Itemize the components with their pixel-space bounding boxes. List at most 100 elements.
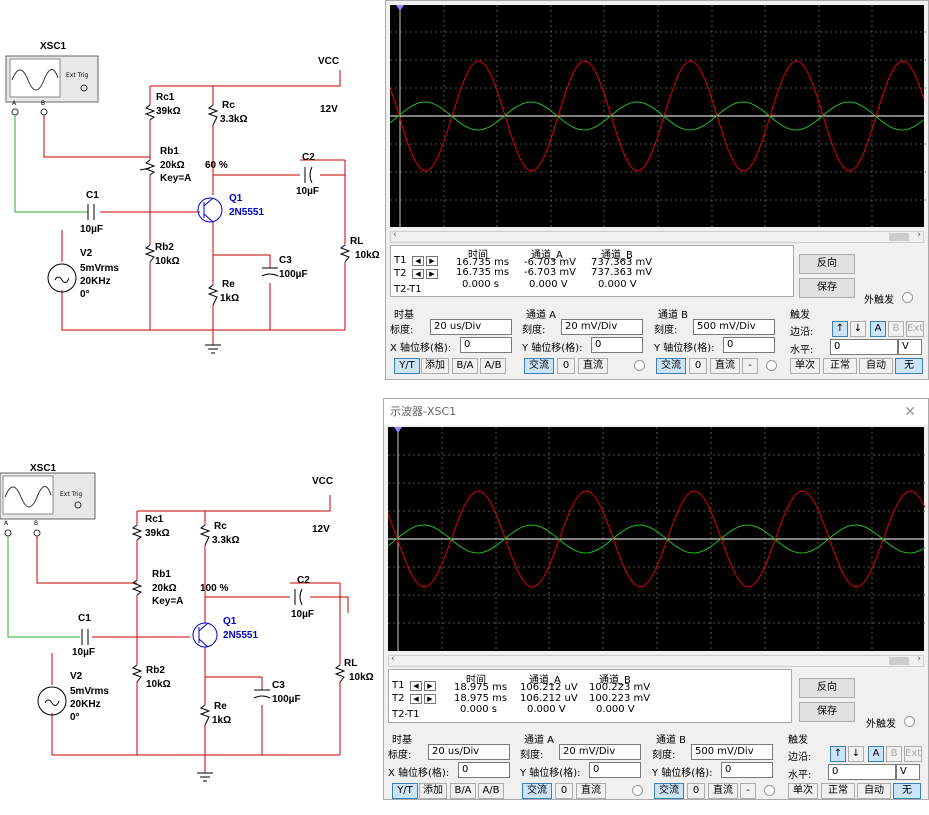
- yt-button-1[interactable]: Y/T: [394, 358, 420, 374]
- trig-ext-button-2[interactable]: Ext: [904, 746, 922, 762]
- ab-button-2[interactable]: A/B: [478, 783, 504, 799]
- ch-a-ac-button-2[interactable]: 交流: [522, 783, 552, 799]
- scope-hscroll-2[interactable]: ‹ ›: [388, 654, 924, 667]
- single-button-2[interactable]: 单次: [788, 783, 818, 799]
- save-button-2[interactable]: 保存: [799, 702, 855, 722]
- trig-ext-button-1[interactable]: Ext: [906, 321, 924, 337]
- ext-trigger-radio-1[interactable]: [902, 292, 913, 303]
- xpos-input-2[interactable]: 0: [458, 762, 510, 778]
- t2-right-arrow-1[interactable]: ▶: [426, 269, 438, 279]
- scope-hscroll-1[interactable]: ‹ ›: [390, 230, 924, 243]
- ch-a-radio-2[interactable]: [632, 785, 643, 796]
- ext-trigger-label-2: 外触发: [866, 719, 896, 730]
- t2-right-arrow-2[interactable]: ▶: [424, 694, 436, 704]
- falling-edge-button-1[interactable]: ↓: [850, 321, 866, 337]
- rc-value: 3.3kΩ: [212, 535, 240, 546]
- ch-b-minus-button-1[interactable]: -: [742, 358, 758, 374]
- rising-edge-button-2[interactable]: ↑: [830, 746, 846, 762]
- channel-b-label-2: 通道 B: [656, 735, 687, 746]
- auto-button-2[interactable]: 自动: [857, 783, 891, 799]
- close-icon[interactable]: ✕: [904, 399, 916, 425]
- t1-left-arrow-1[interactable]: ◀: [412, 256, 424, 266]
- t2-left-arrow-2[interactable]: ◀: [410, 694, 422, 704]
- vcc-label: VCC: [318, 56, 340, 67]
- ch-b-dc-button-1[interactable]: 直流: [710, 358, 740, 374]
- add-button-2[interactable]: 添加: [419, 783, 447, 799]
- ext-trigger-radio-2[interactable]: [904, 716, 915, 727]
- scope-screen-2: [388, 427, 926, 651]
- ch-a-dc-button-1[interactable]: 直流: [578, 358, 608, 374]
- add-button-1[interactable]: 添加: [421, 358, 449, 374]
- trig-a-button-2[interactable]: A: [868, 746, 884, 762]
- ch-a-zero-button-2[interactable]: 0: [555, 783, 573, 799]
- rb1-percent: 60 %: [205, 160, 228, 171]
- ch-b-zero-button-2[interactable]: 0: [687, 783, 705, 799]
- auto-button-1[interactable]: 自动: [859, 358, 893, 374]
- ch-b-radio-2[interactable]: [764, 785, 775, 796]
- scale-label-1: 标度:: [390, 325, 414, 336]
- ch-a-dc-button-2[interactable]: 直流: [576, 783, 606, 799]
- ch-a-scale-input-1[interactable]: 20 mV/Div: [561, 319, 643, 335]
- t1-left-arrow-2[interactable]: ◀: [410, 681, 422, 691]
- rc1-value: 39kΩ: [145, 528, 170, 539]
- ab-button-1[interactable]: A/B: [480, 358, 506, 374]
- ch-b-radio-1[interactable]: [766, 360, 777, 371]
- ch-b-dc-button-2[interactable]: 直流: [708, 783, 738, 799]
- ch-b-scale-input-1[interactable]: 500 mV/Div: [693, 319, 775, 335]
- ch-a-zero-button-1[interactable]: 0: [557, 358, 575, 374]
- scale-input-1[interactable]: 20 us/Div: [430, 319, 512, 335]
- v2-label: V2: [70, 671, 83, 682]
- ch-a-ypos-input-2[interactable]: 0: [589, 762, 641, 778]
- reverse-button-1[interactable]: 反向: [799, 254, 855, 274]
- normal-button-1[interactable]: 正常: [823, 358, 857, 374]
- channel-a-label-1: 通道 A: [526, 310, 557, 321]
- level-unit-2: V: [896, 764, 920, 780]
- ch-b-minus-button-2[interactable]: -: [740, 783, 756, 799]
- ch-a-scale-label-2: 刻度:: [520, 750, 544, 761]
- rb1-key: Key=A: [152, 596, 184, 607]
- c2-value: 10µF: [291, 609, 314, 620]
- ch-b-ac-button-1[interactable]: 交流: [656, 358, 686, 374]
- ch-a-ac-button-1[interactable]: 交流: [524, 358, 554, 374]
- level-input-1[interactable]: 0: [830, 339, 898, 355]
- trig-b-button-1[interactable]: B: [888, 321, 904, 337]
- rc-label: Rc: [222, 100, 235, 111]
- circuit-schematic-1: XSC1 Ext Trig A B VCC 12V Rc1 39kΩ Rc 3.…: [0, 0, 385, 400]
- ch-b-zero-button-1[interactable]: 0: [689, 358, 707, 374]
- oscilloscope-window-1: ‹ › 时间 通道_A 通道_B T1 ◀ ▶ T2 ◀ ▶ T2-T1 16.7…: [385, 0, 929, 380]
- t1-right-arrow-2[interactable]: ▶: [424, 681, 436, 691]
- ch-a-radio-1[interactable]: [634, 360, 645, 371]
- ch-b-ac-button-2[interactable]: 交流: [654, 783, 684, 799]
- save-button-1[interactable]: 保存: [799, 278, 855, 298]
- ch-a-ypos-input-1[interactable]: 0: [591, 337, 643, 353]
- rising-edge-button-1[interactable]: ↑: [832, 321, 848, 337]
- trig-b-button-2[interactable]: B: [886, 746, 902, 762]
- re-label: Re: [214, 701, 227, 712]
- reverse-button-2[interactable]: 反向: [799, 678, 855, 698]
- edge-label-2: 边沿:: [788, 752, 812, 763]
- ba-button-1[interactable]: B/A: [452, 358, 478, 374]
- xpos-input-1[interactable]: 0: [460, 337, 512, 353]
- c3-value: 100µF: [279, 269, 308, 280]
- ba-button-2[interactable]: B/A: [450, 783, 476, 799]
- t2-left-arrow-1[interactable]: ◀: [412, 269, 424, 279]
- rb2-label: Rb2: [155, 242, 174, 253]
- t1-right-arrow-1[interactable]: ▶: [426, 256, 438, 266]
- level-input-2[interactable]: 0: [828, 764, 896, 780]
- single-button-1[interactable]: 单次: [790, 358, 820, 374]
- normal-button-2[interactable]: 正常: [821, 783, 855, 799]
- none-button-1[interactable]: 无: [895, 358, 923, 374]
- scale-input-2[interactable]: 20 us/Div: [428, 744, 510, 760]
- rb1-label: Rb1: [152, 569, 171, 580]
- ch-b-ypos-input-1[interactable]: 0: [723, 337, 775, 353]
- c3-value: 100µF: [272, 694, 301, 705]
- yt-button-2[interactable]: Y/T: [392, 783, 418, 799]
- none-button-2[interactable]: 无: [893, 783, 921, 799]
- ch-b-scale-input-2[interactable]: 500 mV/Div: [691, 744, 773, 760]
- falling-edge-button-2[interactable]: ↓: [848, 746, 864, 762]
- rb2-value: 10kΩ: [155, 256, 180, 267]
- t2-time-2: 18.975 ms: [454, 693, 508, 704]
- trig-a-button-1[interactable]: A: [870, 321, 886, 337]
- ch-a-scale-input-2[interactable]: 20 mV/Div: [559, 744, 641, 760]
- ch-b-ypos-input-2[interactable]: 0: [721, 762, 773, 778]
